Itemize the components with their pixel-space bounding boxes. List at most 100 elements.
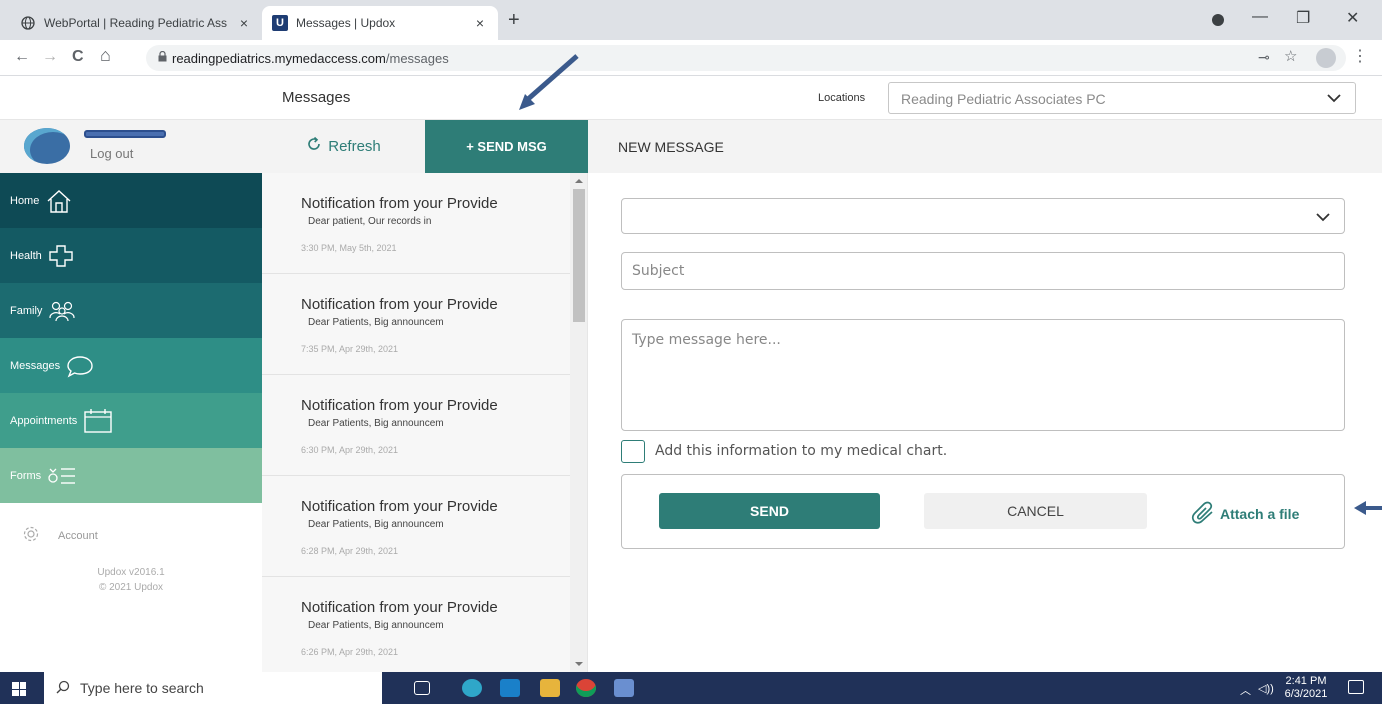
location-select[interactable]: Reading Pediatric Associates PC [888, 82, 1356, 114]
cancel-button[interactable]: CANCEL [924, 493, 1147, 529]
taskbar-search[interactable]: Type here to search [44, 672, 382, 704]
updox-favicon-icon: U [272, 15, 288, 31]
calendar-icon [83, 408, 113, 434]
scroll-up-icon[interactable] [575, 179, 583, 183]
new-tab-button[interactable]: + [508, 9, 520, 32]
paperclip-icon [1190, 500, 1218, 527]
tray-chevron-up-icon[interactable]: ︿ [1240, 682, 1251, 698]
list-item[interactable]: Notification from your Provide Dear Pati… [262, 375, 570, 476]
lock-icon [158, 50, 167, 65]
message-time: 6:26 PM, Apr 29th, 2021 [301, 647, 399, 657]
tab-close-icon[interactable]: × [472, 15, 488, 31]
task-view-icon[interactable] [414, 681, 430, 695]
medical-chart-label: Add this information to my medical chart… [655, 443, 948, 459]
recipient-select[interactable] [621, 198, 1345, 234]
home-button[interactable]: ⌂ [100, 45, 111, 66]
list-item[interactable]: Notification from your Provide Dear Pati… [262, 274, 570, 375]
browser-tab-webportal[interactable]: WebPortal | Reading Pediatric Ass × [10, 6, 262, 40]
app-header: Messages Locations Reading Pediatric Ass… [0, 76, 1382, 120]
restore-button[interactable]: ❐ [1296, 8, 1310, 28]
copyright-text: © 2021 Updox [98, 582, 164, 593]
minimize-button[interactable]: — [1252, 8, 1268, 26]
locations-label: Locations [818, 92, 866, 104]
taskbar-clock[interactable]: 2:41 PM 6/3/2021 [1282, 675, 1330, 701]
refresh-button[interactable]: Refresh [262, 120, 425, 173]
logout-link[interactable]: Log out [90, 146, 133, 161]
sidebar: Log out Home Health Family Messages Appo… [0, 120, 274, 672]
volume-icon[interactable]: ◁)) [1258, 682, 1274, 695]
sidebar-item-appointments[interactable]: Appointments [0, 393, 262, 448]
sidebar-item-label: Forms [10, 469, 42, 482]
windows-taskbar: Type here to search ︿ ◁)) 2:41 PM 6/3/20… [0, 672, 1382, 704]
sidebar-item-messages[interactable]: Messages [0, 338, 274, 393]
remote-app-icon[interactable] [614, 679, 634, 697]
incognito-profile-icon[interactable] [1212, 14, 1224, 26]
scrollbar-thumb[interactable] [573, 189, 585, 322]
message-subject: Notification from your Provide [301, 296, 498, 313]
avatar [24, 128, 70, 164]
reload-button[interactable]: C [72, 48, 84, 66]
send-msg-button[interactable]: + SEND MSG [425, 120, 588, 173]
edge-browser-icon[interactable] [462, 679, 482, 697]
medical-chart-checkbox[interactable] [621, 440, 645, 463]
profile-avatar-icon[interactable] [1316, 48, 1336, 68]
gear-icon [22, 525, 40, 546]
account-link[interactable]: Account [22, 525, 98, 546]
user-block: Log out [0, 120, 262, 173]
url-path: /messages [385, 51, 449, 66]
password-key-icon[interactable]: ⊸ [1258, 49, 1270, 66]
forms-icon [47, 464, 77, 488]
subject-input[interactable] [621, 252, 1345, 290]
message-subject: Notification from your Provide [301, 599, 498, 616]
compose-header: NEW MESSAGE [588, 120, 1382, 173]
message-list-scrollbar[interactable] [570, 173, 587, 672]
clock-time: 2:41 PM [1285, 675, 1327, 687]
search-icon [56, 680, 70, 697]
bookmark-star-icon[interactable]: ☆ [1284, 47, 1297, 65]
url-host: readingpediatrics.mymedaccess.com [172, 51, 386, 66]
list-item[interactable]: Notification from your Provide Dear pati… [262, 173, 570, 274]
list-item[interactable]: Notification from your Provide Dear Pati… [262, 476, 570, 577]
back-button[interactable]: ← [14, 48, 30, 66]
browser-menu-icon[interactable]: ⋮ [1352, 46, 1368, 66]
forward-button[interactable]: → [42, 48, 58, 66]
compose-title: NEW MESSAGE [618, 139, 724, 155]
account-label: Account [58, 529, 98, 542]
message-list: Notification from your Provide Dear pati… [262, 173, 588, 672]
home-icon [45, 188, 73, 214]
mail-icon[interactable] [500, 679, 520, 697]
message-time: 3:30 PM, May 5th, 2021 [301, 243, 397, 253]
message-subject: Notification from your Provide [301, 397, 498, 414]
tab-title: WebPortal | Reading Pediatric Ass [44, 16, 227, 30]
chat-bubble-icon [66, 354, 94, 378]
tab-close-icon[interactable]: × [236, 15, 252, 31]
sidebar-item-label: Home [10, 194, 40, 207]
windows-start-icon[interactable] [12, 682, 26, 696]
browser-tab-messages[interactable]: U Messages | Updox × [262, 6, 498, 40]
health-cross-icon [48, 244, 74, 268]
message-preview: Dear Patients, Big announcem [308, 620, 444, 631]
message-time: 7:35 PM, Apr 29th, 2021 [301, 344, 399, 354]
send-button[interactable]: SEND [659, 493, 880, 529]
address-bar[interactable]: readingpediatrics.mymedaccess.com/messag… [146, 45, 1346, 71]
family-icon [48, 300, 76, 322]
sidebar-item-label: Family [10, 304, 43, 317]
version-info: Updox v2016.1 © 2021 Updox [0, 565, 262, 595]
chevron-down-icon [1314, 208, 1332, 231]
window-close-button[interactable]: ✕ [1346, 8, 1359, 28]
file-explorer-icon[interactable] [540, 679, 560, 697]
notification-center-icon[interactable] [1348, 680, 1364, 694]
taskbar-search-placeholder: Type here to search [80, 680, 204, 696]
chrome-icon[interactable] [576, 679, 596, 697]
sidebar-item-home[interactable]: Home [0, 173, 262, 228]
message-textarea[interactable] [621, 319, 1345, 431]
sidebar-item-forms[interactable]: Forms [0, 448, 262, 503]
sidebar-item-family[interactable]: Family [0, 283, 262, 338]
sidebar-item-health[interactable]: Health [0, 228, 262, 283]
globe-icon [20, 15, 36, 31]
list-item[interactable]: Notification from your Provide Dear Pati… [262, 577, 570, 672]
attach-file-link[interactable]: Attach a file [1190, 500, 1299, 527]
scroll-down-icon[interactable] [575, 662, 583, 666]
sidebar-item-label: Messages [10, 359, 61, 372]
message-preview: Dear Patients, Big announcem [308, 418, 444, 429]
